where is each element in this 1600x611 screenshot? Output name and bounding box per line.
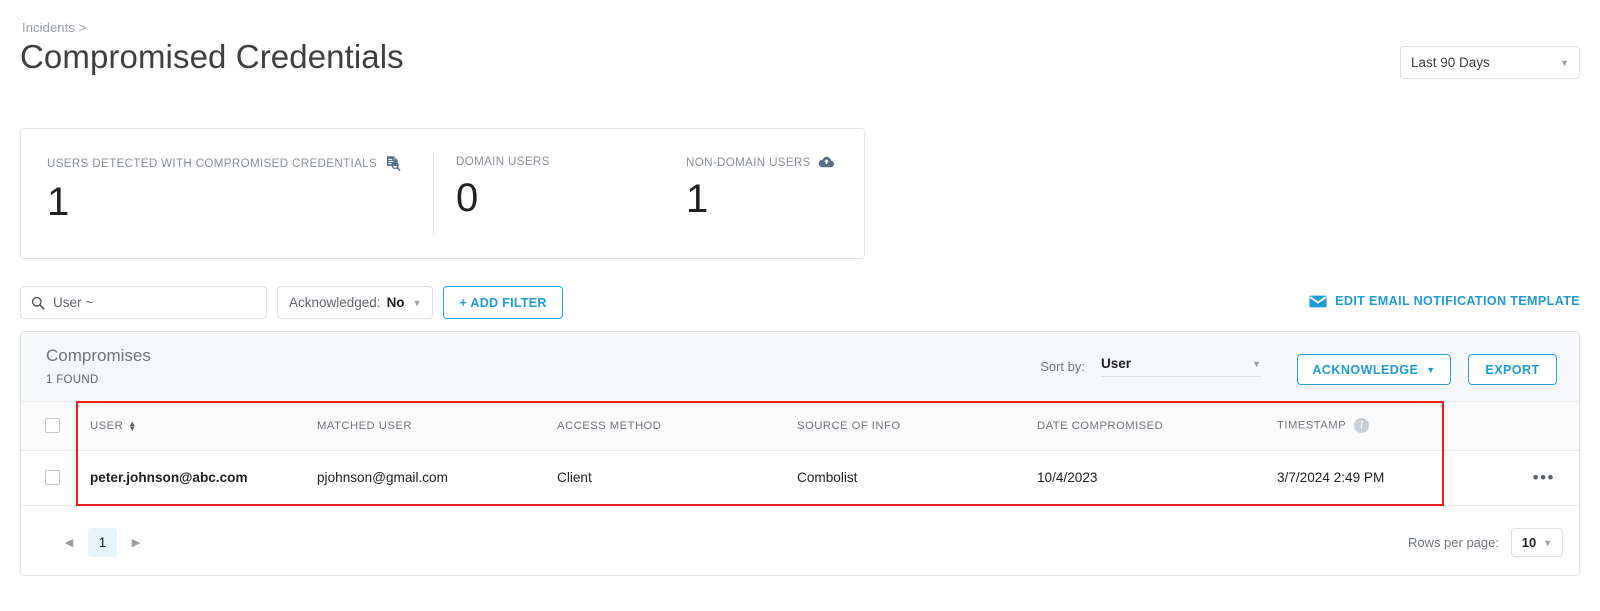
pagination: ◀ 1 ▶ — [58, 528, 147, 557]
chevron-down-icon: ▼ — [412, 297, 422, 308]
edit-email-notification-template-button[interactable]: EDIT EMAIL NOTIFICATION TEMPLATE — [1309, 294, 1580, 308]
column-header-date-compromised[interactable]: DATE COMPROMISED — [1037, 402, 1277, 451]
cloud-upload-icon — [818, 155, 835, 169]
rows-per-page-label: Rows per page: — [1407, 535, 1499, 550]
stat-domain-users: DOMAIN USERS 0 — [456, 155, 550, 219]
acknowledge-button-label: ACKNOWLEDGE — [1312, 362, 1419, 377]
cell-user: peter.johnson@abc.com — [77, 450, 317, 506]
acknowledged-filter[interactable]: Acknowledged: No ▼ — [277, 286, 434, 319]
cell-source-of-info: Combolist — [797, 450, 1037, 506]
column-header-user[interactable]: USER ▲ ▼ — [77, 402, 317, 451]
stat-value: 1 — [47, 180, 70, 224]
sort-by-control: Sort by: User ▼ — [1040, 356, 1261, 377]
stat-label: USERS DETECTED WITH COMPROMISED CREDENTI… — [47, 155, 401, 172]
stat-value: 1 — [686, 177, 709, 221]
pagination-page-1[interactable]: 1 — [88, 528, 117, 557]
chevron-down-icon: ▼ — [1560, 57, 1569, 68]
page-title: Compromised Credentials — [20, 38, 404, 75]
stat-label-text: USERS DETECTED WITH COMPROMISED CREDENTI… — [47, 157, 378, 170]
acknowledge-button[interactable]: ACKNOWLEDGE ▼ — [1297, 354, 1451, 385]
date-range-select[interactable]: Last 90 Days ▼ — [1400, 46, 1580, 79]
select-all-checkbox[interactable] — [45, 418, 60, 434]
search-input-value: User ~ — [53, 295, 94, 310]
export-button[interactable]: EXPORT — [1468, 354, 1557, 385]
select-all-header — [21, 402, 77, 451]
column-header-timestamp[interactable]: TIMESTAMP i — [1277, 402, 1507, 451]
table-result-count: 1 FOUND — [46, 374, 99, 386]
breadcrumb[interactable]: Incidents > — [22, 20, 86, 35]
search-input[interactable]: User ~ — [20, 286, 267, 319]
stat-non-domain-users: NON-DOMAIN USERS 1 — [686, 155, 835, 220]
chevron-down-icon: ▼ — [1426, 364, 1436, 375]
compromised-credentials-page: Incidents > Compromised Credentials Last… — [0, 0, 1600, 611]
table-header-row-group: USER ▲ ▼ MATCHED USER ACCESS METHOD SOURCE… — [21, 402, 1579, 451]
info-icon[interactable]: i — [1354, 418, 1370, 434]
stats-divider — [433, 153, 434, 235]
date-range-value: Last 90 Days — [1411, 55, 1490, 70]
acknowledged-filter-label: Acknowledged: — [289, 295, 381, 310]
filter-bar: User ~ Acknowledged: No ▼ + ADD FILTER — [20, 286, 563, 319]
row-select-cell — [21, 450, 77, 506]
row-overflow-menu-button[interactable]: ••• — [1507, 450, 1579, 506]
rows-per-page-select[interactable]: 10 ▼ — [1511, 528, 1563, 557]
rows-per-page-value: 10 — [1521, 535, 1537, 550]
stat-label: NON-DOMAIN USERS — [686, 155, 835, 169]
column-header-source-of-info[interactable]: SOURCE OF INFO — [797, 402, 1037, 451]
acknowledged-filter-value: No — [386, 295, 405, 310]
row-checkbox[interactable] — [45, 470, 60, 485]
cell-date-compromised: 10/4/2023 — [1037, 450, 1277, 506]
compromises-table: USER ▲ ▼ MATCHED USER ACCESS METHOD SOURCE… — [21, 402, 1579, 506]
pagination-prev-button[interactable]: ◀ — [58, 532, 80, 554]
edit-email-notification-template-label: EDIT EMAIL NOTIFICATION TEMPLATE — [1335, 294, 1580, 308]
sort-by-select[interactable]: User ▼ — [1101, 356, 1261, 377]
stat-label: DOMAIN USERS — [456, 155, 550, 168]
add-filter-button[interactable]: + ADD FILTER — [443, 286, 563, 319]
table-title: Compromises — [46, 346, 151, 365]
stat-value: 0 — [456, 176, 479, 220]
pagination-next-button[interactable]: ▶ — [125, 532, 147, 554]
column-header-actions — [1507, 402, 1579, 451]
column-header-matched-user[interactable]: MATCHED USER — [317, 402, 557, 451]
cell-matched-user: pjohnson@gmail.com — [317, 450, 557, 506]
cell-access-method: Client — [557, 450, 797, 506]
column-header-access-method[interactable]: ACCESS METHOD — [557, 402, 797, 451]
stat-label-text: DOMAIN USERS — [456, 155, 550, 168]
chevron-down-icon: ▼ — [1252, 358, 1261, 369]
column-header-timestamp-label: TIMESTAMP — [1277, 419, 1347, 432]
table-body: peter.johnson@abc.com pjohnson@gmail.com… — [21, 450, 1579, 506]
chevron-down-icon: ▼ — [1543, 537, 1553, 548]
compromises-table-card: Compromises 1 FOUND Sort by: User ▼ ACKN… — [20, 331, 1580, 576]
search-icon — [31, 296, 45, 310]
table-header-row: USER ▲ ▼ MATCHED USER ACCESS METHOD SOURCE… — [21, 402, 1579, 451]
cell-timestamp: 3/7/2024 2:49 PM — [1277, 450, 1507, 506]
column-header-user-label: USER — [90, 419, 124, 432]
stat-users-detected: USERS DETECTED WITH COMPROMISED CREDENTI… — [47, 155, 401, 223]
document-search-icon — [384, 155, 401, 172]
stats-card: USERS DETECTED WITH COMPROMISED CREDENTI… — [20, 128, 865, 259]
rows-per-page-control: Rows per page: 10 ▼ — [1408, 528, 1563, 557]
sort-by-value: User — [1101, 356, 1132, 371]
stat-label-text: NON-DOMAIN USERS — [686, 155, 811, 169]
envelope-icon — [1309, 295, 1327, 308]
table-toolbar: Compromises 1 FOUND Sort by: User ▼ ACKN… — [21, 332, 1579, 402]
table-row[interactable]: peter.johnson@abc.com pjohnson@gmail.com… — [21, 450, 1579, 506]
sort-arrows-icon: ▲ ▼ — [128, 418, 137, 433]
sort-by-label: Sort by: — [1040, 359, 1085, 374]
